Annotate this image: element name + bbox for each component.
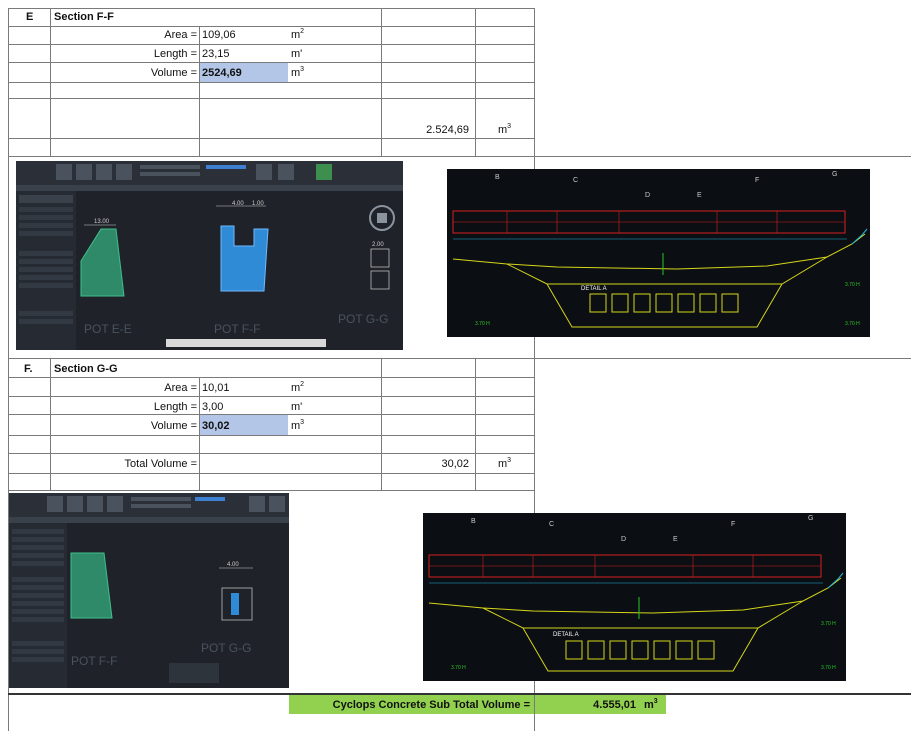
svg-text:B: B bbox=[471, 518, 476, 525]
length-label: Length = bbox=[153, 401, 197, 413]
grid-line bbox=[8, 82, 534, 83]
area-value: 10,01 bbox=[202, 382, 230, 394]
software-screenshot-image: 13.00 4.00 1.00 2.00 POT E-E POT F-F POT… bbox=[16, 161, 403, 350]
grid-line bbox=[8, 44, 534, 45]
grid-line bbox=[8, 156, 9, 358]
grid-line bbox=[199, 26, 200, 156]
volume-label: Volume = bbox=[150, 67, 197, 79]
grid-line bbox=[8, 435, 534, 436]
svg-text:DETAIL A: DETAIL A bbox=[581, 286, 607, 292]
total-value: 2.524,69 bbox=[426, 124, 469, 136]
section-f-letter: F. bbox=[24, 363, 33, 375]
svg-text:D: D bbox=[645, 192, 650, 199]
svg-text:1.00: 1.00 bbox=[252, 201, 264, 207]
length-value: 3,00 bbox=[202, 401, 224, 413]
svg-text:POT G-G: POT G-G bbox=[338, 312, 388, 326]
length-value: 23,15 bbox=[202, 48, 230, 60]
grid-line bbox=[8, 138, 534, 139]
software-screenshot-svg: 4.00 POT F-F POT G-G bbox=[9, 493, 289, 688]
grid-line bbox=[381, 358, 382, 490]
svg-text:4.00: 4.00 bbox=[227, 562, 239, 568]
volume-label: Volume = bbox=[150, 420, 197, 432]
volume-value: 2524,69 bbox=[202, 67, 242, 79]
grid-line bbox=[475, 8, 476, 156]
svg-text:3.70 H: 3.70 H bbox=[821, 665, 836, 671]
section-e-title: Section F-F bbox=[54, 11, 114, 23]
svg-text:G: G bbox=[832, 171, 837, 178]
svg-text:E: E bbox=[697, 192, 702, 199]
svg-text:3.70 H: 3.70 H bbox=[451, 665, 466, 671]
total-value: 30,02 bbox=[441, 458, 469, 470]
svg-text:3.70 H: 3.70 H bbox=[845, 321, 860, 327]
cad-drawing-image: B C D E F G DETAIL A 3.70 H 3.70 H 3.70 … bbox=[423, 513, 846, 681]
svg-text:2.00: 2.00 bbox=[372, 242, 384, 248]
grid-line bbox=[50, 8, 51, 156]
area-label: Area = bbox=[164, 382, 197, 394]
total-volume-label: Total Volume = bbox=[124, 458, 197, 470]
length-label: Length = bbox=[153, 48, 197, 60]
subtotal-label: Cyclops Concrete Sub Total Volume = bbox=[332, 699, 530, 711]
volume-unit: m3 bbox=[291, 66, 305, 79]
area-unit: m2 bbox=[291, 28, 305, 41]
svg-text:D: D bbox=[621, 536, 626, 543]
svg-text:3.70 H: 3.70 H bbox=[845, 282, 860, 288]
grid-line bbox=[8, 473, 534, 474]
length-unit: m' bbox=[291, 48, 303, 60]
grid-line bbox=[381, 8, 382, 156]
grid-line bbox=[8, 98, 534, 99]
svg-text:C: C bbox=[549, 521, 554, 528]
cad-drawing-image: B C D E F G DETAIL A 3.70 H 3.70 H 3.70 … bbox=[447, 169, 870, 337]
section-f-title: Section G-G bbox=[54, 363, 118, 375]
grid-line bbox=[8, 490, 534, 491]
area-value: 109,06 bbox=[202, 29, 236, 41]
grid-line bbox=[475, 358, 476, 490]
svg-text:DETAIL A: DETAIL A bbox=[553, 632, 579, 638]
grid-line bbox=[8, 396, 534, 397]
section-e-letter: E bbox=[26, 11, 34, 23]
grid-line bbox=[8, 377, 534, 378]
svg-text:B: B bbox=[495, 174, 500, 181]
grid-line bbox=[50, 358, 51, 490]
svg-text:4.00: 4.00 bbox=[232, 201, 244, 207]
svg-text:POT F-F: POT F-F bbox=[71, 654, 117, 668]
volume-value: 30,02 bbox=[202, 420, 230, 432]
volume-unit: m3 bbox=[291, 419, 305, 432]
area-unit: m2 bbox=[291, 381, 305, 394]
svg-text:F: F bbox=[731, 521, 735, 528]
total-unit: m3 bbox=[498, 123, 512, 136]
svg-text:F: F bbox=[755, 177, 759, 184]
svg-text:3.70 H: 3.70 H bbox=[821, 621, 836, 627]
grid-line bbox=[8, 8, 9, 156]
svg-text:POT E-E: POT E-E bbox=[84, 322, 132, 336]
subtotal-unit: m3 bbox=[644, 698, 658, 711]
grid-line bbox=[8, 8, 534, 9]
total-unit: m3 bbox=[498, 457, 512, 470]
software-screenshot-svg: 13.00 4.00 1.00 2.00 POT E-E POT F-F POT… bbox=[16, 161, 403, 350]
svg-text:E: E bbox=[673, 536, 678, 543]
svg-text:3.70 H: 3.70 H bbox=[475, 321, 490, 327]
svg-text:POT F-F: POT F-F bbox=[214, 322, 260, 336]
grid-line bbox=[8, 156, 911, 157]
svg-text:C: C bbox=[573, 177, 578, 184]
grid-line bbox=[534, 8, 535, 156]
svg-text:POT G-G: POT G-G bbox=[201, 641, 251, 655]
spreadsheet-page: E Section F-F Area = 109,06 m2 Length = … bbox=[0, 0, 911, 731]
cad-drawing-svg: B C D E F G DETAIL A 3.70 H 3.70 H 3.70 … bbox=[428, 515, 844, 672]
svg-text:13.00: 13.00 bbox=[94, 219, 110, 225]
grid-line bbox=[8, 358, 911, 359]
length-unit: m' bbox=[291, 401, 303, 413]
grid-line bbox=[8, 26, 534, 27]
grid-line bbox=[8, 453, 534, 454]
cad-drawing-svg: B C D E F G DETAIL A 3.70 H 3.70 H 3.70 … bbox=[452, 171, 868, 328]
svg-text:G: G bbox=[808, 515, 813, 522]
area-label: Area = bbox=[164, 29, 197, 41]
software-screenshot-image: 4.00 POT F-F POT G-G bbox=[9, 493, 289, 688]
subtotal-value: 4.555,01 bbox=[593, 699, 636, 711]
grid-line bbox=[8, 358, 9, 490]
